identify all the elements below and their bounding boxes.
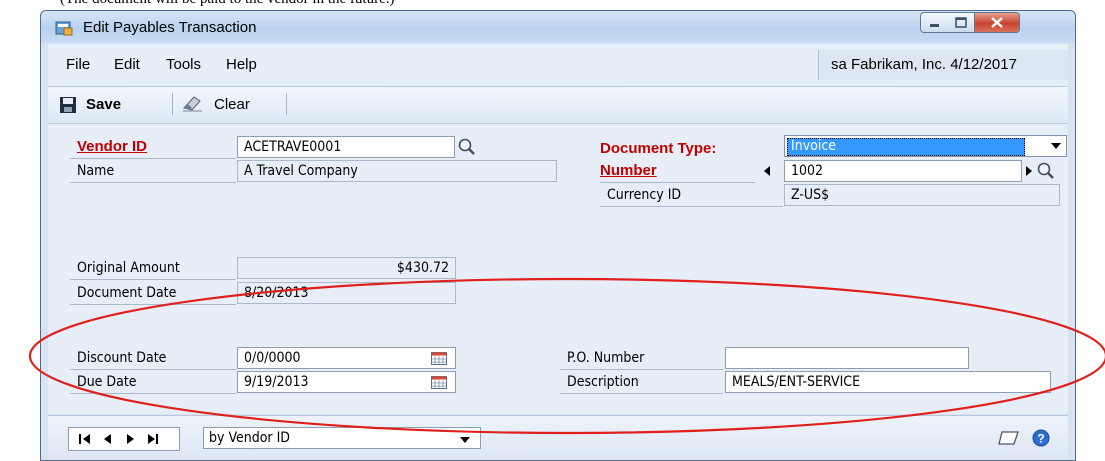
annotation-ellipse bbox=[29, 277, 1105, 435]
